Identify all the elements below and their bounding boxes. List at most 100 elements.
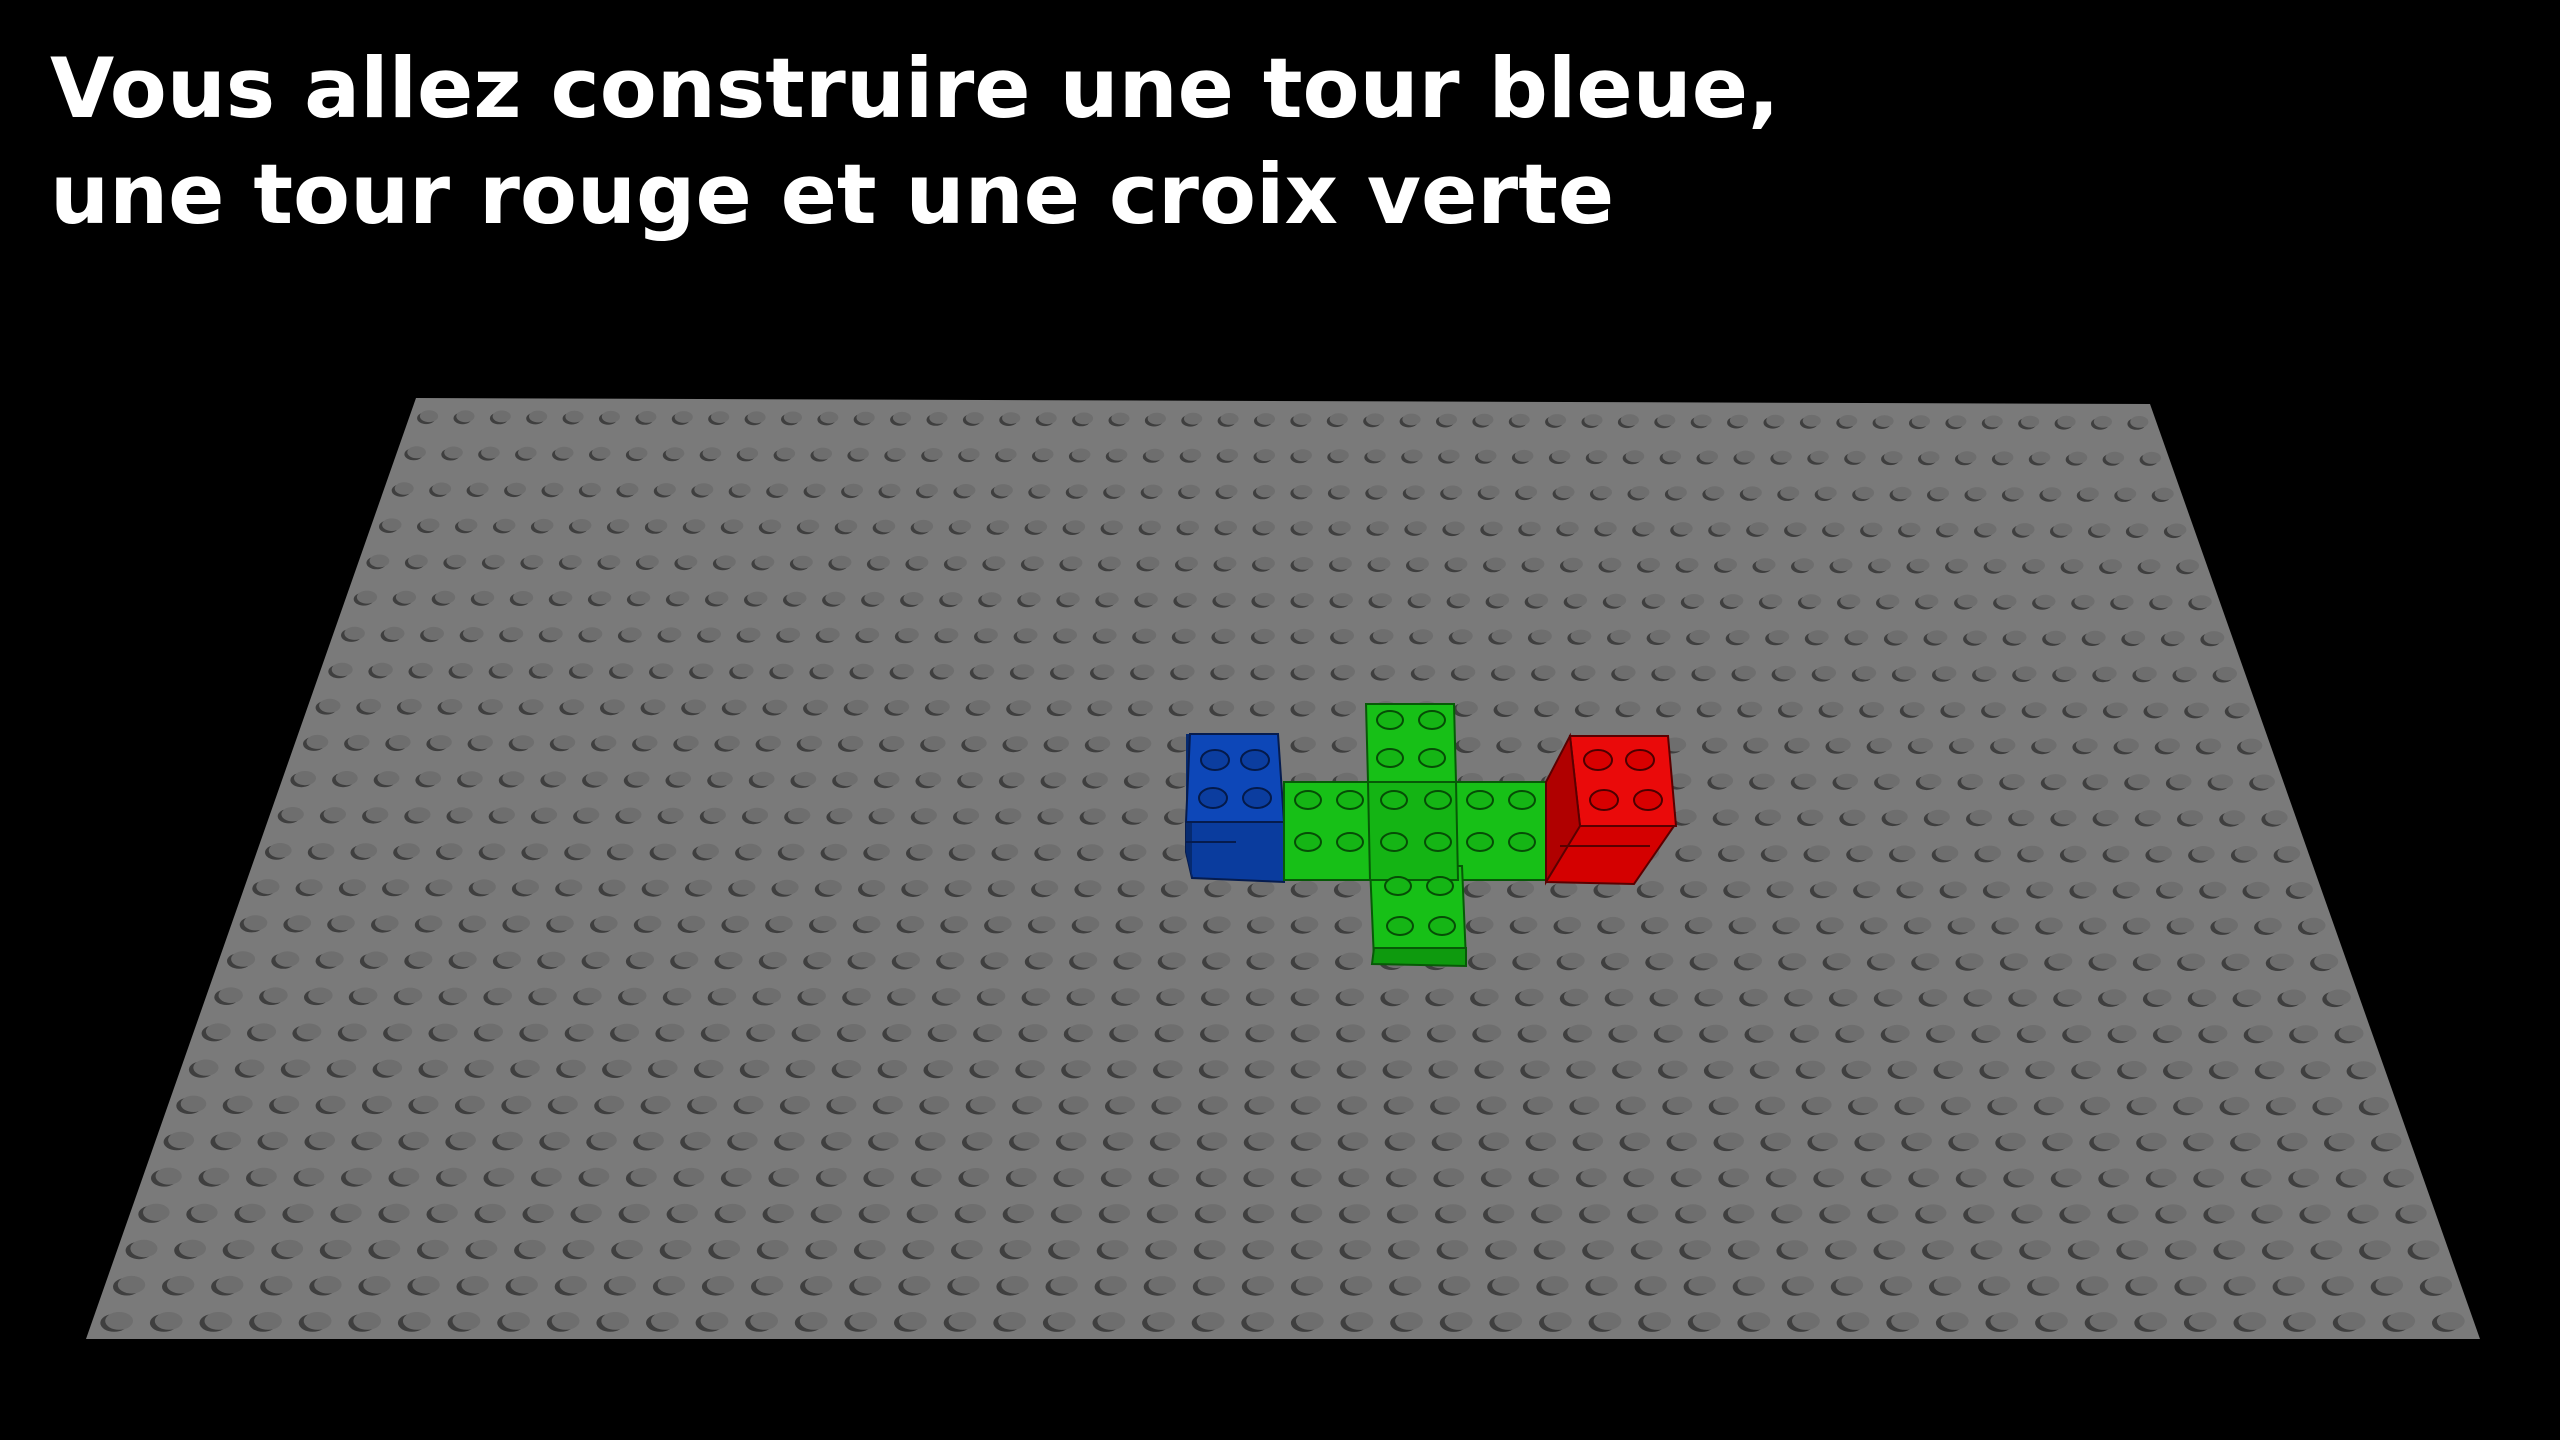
baseplate-stud[interactable] xyxy=(1096,628,1117,642)
baseplate-stud[interactable] xyxy=(568,843,591,859)
baseplate-stud[interactable] xyxy=(1486,557,1506,571)
baseplate-stud[interactable] xyxy=(344,626,365,640)
baseplate-stud[interactable] xyxy=(1620,1096,1646,1113)
baseplate-stud[interactable] xyxy=(844,483,863,497)
baseplate-stud[interactable] xyxy=(1060,1132,1087,1149)
baseplate-stud[interactable] xyxy=(1294,916,1319,932)
baseplate-stud[interactable] xyxy=(512,735,535,750)
baseplate-stud[interactable] xyxy=(787,807,811,823)
baseplate-stud[interactable] xyxy=(1606,593,1627,607)
baseplate-stud[interactable] xyxy=(1643,1312,1671,1330)
baseplate-stud[interactable] xyxy=(960,772,983,787)
baseplate-stud[interactable] xyxy=(1055,1204,1083,1222)
baseplate-stud[interactable] xyxy=(594,915,618,931)
baseplate-stud[interactable] xyxy=(1541,737,1563,752)
baseplate-stud[interactable] xyxy=(1196,1312,1225,1330)
baseplate-stud[interactable] xyxy=(1674,809,1697,824)
baseplate-stud[interactable] xyxy=(1738,953,1762,969)
baseplate-stud[interactable] xyxy=(311,843,335,858)
baseplate-stud[interactable] xyxy=(2074,594,2095,608)
baseplate-stud[interactable] xyxy=(1295,1312,1324,1330)
baseplate-stud[interactable] xyxy=(652,1059,678,1076)
baseplate-stud[interactable] xyxy=(1703,1024,1729,1041)
baseplate-stud[interactable] xyxy=(1794,773,1817,788)
baseplate-stud[interactable] xyxy=(2208,1204,2235,1222)
baseplate-stud[interactable] xyxy=(1075,916,1100,932)
baseplate-stud[interactable] xyxy=(824,843,848,859)
baseplate-stud[interactable] xyxy=(767,1204,794,1222)
baseplate-stud[interactable] xyxy=(815,1204,842,1222)
baseplate-stud[interactable] xyxy=(402,1131,429,1149)
baseplate-stud[interactable] xyxy=(529,410,548,423)
baseplate-stud[interactable] xyxy=(1123,844,1147,860)
baseplate-stud[interactable] xyxy=(204,1312,233,1330)
baseplate-stud[interactable] xyxy=(1153,1168,1180,1186)
baseplate-stud[interactable] xyxy=(2063,559,2084,572)
baseplate-stud[interactable] xyxy=(402,1312,431,1330)
baseplate-stud[interactable] xyxy=(754,555,775,569)
baseplate-stud[interactable] xyxy=(2079,487,2099,500)
baseplate-stud[interactable] xyxy=(218,987,243,1003)
baseplate-stud[interactable] xyxy=(1370,557,1391,570)
baseplate-stud[interactable] xyxy=(1256,449,1275,462)
baseplate-stud[interactable] xyxy=(900,916,925,932)
baseplate-stud[interactable] xyxy=(659,1023,685,1040)
baseplate-stud[interactable] xyxy=(908,556,929,569)
baseplate-stud[interactable] xyxy=(1801,594,1822,608)
baseplate-stud[interactable] xyxy=(2105,451,2125,464)
baseplate-stud[interactable] xyxy=(1794,1024,1819,1041)
baseplate-stud[interactable] xyxy=(1384,988,1410,1005)
baseplate-stud[interactable] xyxy=(553,735,576,750)
baseplate-stud[interactable] xyxy=(388,735,411,749)
baseplate-stud[interactable] xyxy=(1295,1240,1323,1258)
baseplate-stud[interactable] xyxy=(2363,1097,2389,1114)
baseplate-stud[interactable] xyxy=(2021,845,2044,861)
baseplate-stud[interactable] xyxy=(1986,881,2010,897)
baseplate-stud[interactable] xyxy=(1197,1276,1226,1294)
baseplate-stud[interactable] xyxy=(1679,1204,1707,1222)
baseplate-stud[interactable] xyxy=(2375,1132,2402,1150)
baseplate-stud[interactable] xyxy=(2160,1204,2187,1222)
baseplate-stud[interactable] xyxy=(645,1095,671,1113)
baseplate-stud[interactable] xyxy=(725,1167,752,1185)
baseplate-stud[interactable] xyxy=(1068,484,1088,497)
baseplate-stud[interactable] xyxy=(993,484,1013,497)
baseplate-stud[interactable] xyxy=(168,1131,195,1149)
baseplate-stud[interactable] xyxy=(944,916,968,932)
baseplate-stud[interactable] xyxy=(1996,594,2017,608)
baseplate-stud[interactable] xyxy=(637,915,662,931)
baseplate-stud[interactable] xyxy=(1115,988,1140,1004)
baseplate-stud[interactable] xyxy=(2270,1097,2296,1114)
baseplate-stud[interactable] xyxy=(700,1312,729,1330)
baseplate-stud[interactable] xyxy=(179,1239,206,1258)
baseplate-stud[interactable] xyxy=(492,807,515,822)
baseplate-stud[interactable] xyxy=(1628,1168,1655,1186)
baseplate-stud[interactable] xyxy=(932,1024,957,1040)
baseplate-stud[interactable] xyxy=(688,879,713,895)
baseplate-stud[interactable] xyxy=(1593,1312,1622,1330)
baseplate-stud[interactable] xyxy=(870,555,890,569)
baseplate-stud[interactable] xyxy=(1002,412,1021,424)
baseplate-stud[interactable] xyxy=(882,736,905,750)
baseplate-stud[interactable] xyxy=(936,988,961,1004)
baseplate-stud[interactable] xyxy=(1911,415,1930,428)
baseplate-stud[interactable] xyxy=(1220,413,1239,425)
baseplate-stud[interactable] xyxy=(1927,809,1950,825)
baseplate-stud[interactable] xyxy=(2234,846,2258,861)
baseplate-stud[interactable] xyxy=(1343,1168,1370,1186)
baseplate-stud[interactable] xyxy=(393,1167,420,1185)
baseplate-stud[interactable] xyxy=(1088,736,1111,751)
baseplate-stud[interactable] xyxy=(1671,1132,1697,1150)
baseplate-stud[interactable] xyxy=(268,843,292,858)
baseplate-stud[interactable] xyxy=(745,807,769,823)
baseplate-stud[interactable] xyxy=(1794,558,1814,572)
baseplate-stud[interactable] xyxy=(1139,556,1160,570)
baseplate-stud[interactable] xyxy=(1013,1132,1040,1149)
baseplate-stud[interactable] xyxy=(449,1131,476,1149)
baseplate-stud[interactable] xyxy=(2225,953,2250,969)
baseplate-stud[interactable] xyxy=(995,844,1019,859)
baseplate-stud[interactable] xyxy=(1716,809,1739,824)
baseplate-stud[interactable] xyxy=(1107,1132,1134,1149)
baseplate-stud[interactable] xyxy=(614,1023,640,1040)
baseplate-stud[interactable] xyxy=(1251,880,1275,896)
